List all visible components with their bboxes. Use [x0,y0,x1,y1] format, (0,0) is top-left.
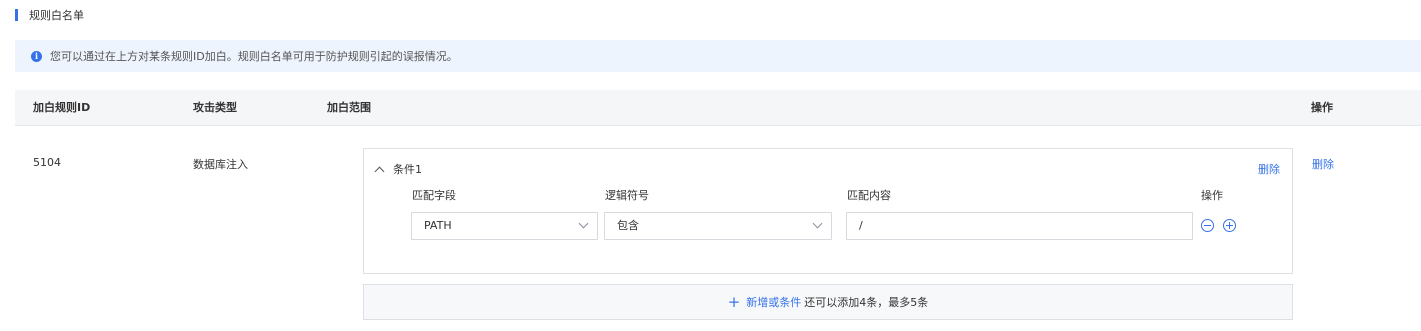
match-field-value: PATH [424,219,452,232]
header-action: 操作 [1311,101,1333,114]
add-or-condition-link[interactable]: 新增或条件 [746,294,801,310]
cell-attack-type: 数据库注入 [193,158,248,171]
match-content-value: / [859,219,863,232]
cell-rule-id: 5104 [33,156,61,169]
match-field-select[interactable]: PATH [411,212,598,240]
section-title: 规则白名单 [15,8,84,22]
info-banner: i 您可以通过在上方对某条规则ID加白。规则白名单可用于防护规则引起的误报情况。 [15,40,1421,72]
add-or-condition-bar[interactable]: + 新增或条件 还可以添加4条，最多5条 [363,284,1293,320]
logic-operator-select[interactable]: 包含 [604,212,832,240]
condition-card: 条件1 删除 匹配字段 逻辑符号 匹配内容 操作 PATH 包含 / [363,148,1293,274]
row-delete-button[interactable]: 删除 [1312,156,1334,172]
label-row-action: 操作 [1201,189,1223,202]
logic-operator-value: 包含 [617,219,639,232]
label-match-field: 匹配字段 [412,189,456,202]
chevron-down-icon [812,218,823,229]
label-match-content: 匹配内容 [847,189,891,202]
section-title-text: 规则白名单 [29,9,84,22]
remove-row-icon[interactable] [1201,219,1214,232]
header-rule-id: 加白规则ID [33,101,91,114]
add-condition-hint: 还可以添加4条，最多5条 [804,296,929,309]
table-header: 加白规则ID 攻击类型 加白范围 操作 [15,90,1421,126]
condition-header[interactable]: 条件1 [374,161,422,177]
add-row-icon[interactable] [1223,219,1236,232]
info-text: 您可以通过在上方对某条规则ID加白。规则白名单可用于防护规则引起的误报情况。 [50,50,458,63]
header-attack-type: 攻击类型 [193,101,237,114]
header-scope: 加白范围 [327,101,371,114]
plus-icon: + [727,292,741,311]
section-accent-bar [15,9,18,21]
info-icon: i [31,50,42,62]
condition-delete-button[interactable]: 删除 [1258,161,1280,177]
condition-title: 条件1 [393,163,422,176]
match-content-input[interactable]: / [846,212,1193,240]
chevron-up-icon[interactable] [374,166,385,176]
chevron-down-icon [578,218,589,229]
label-logic-operator: 逻辑符号 [605,189,649,202]
